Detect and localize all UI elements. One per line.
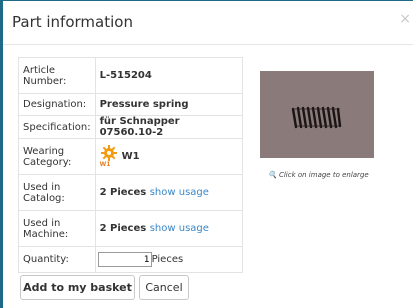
quantity-label: Quantity: xyxy=(18,246,96,273)
article-number-value: L-515204 xyxy=(94,57,243,94)
used-in-catalog-value: 2 Pieces show usage xyxy=(94,174,243,211)
quantity-value: Pieces xyxy=(94,246,243,273)
spring-image xyxy=(260,71,374,158)
used-in-machine-label: Used in Machine: xyxy=(18,210,96,247)
table-row: Quantity: Pieces xyxy=(18,246,243,273)
machine-show-usage-link[interactable]: show usage xyxy=(150,223,209,234)
table-row: Used in Machine: 2 Pieces show usage xyxy=(18,210,243,247)
wearing-category-label: Wearing Category: xyxy=(18,138,96,175)
cancel-button[interactable]: Cancel xyxy=(139,275,189,300)
gear-icon-caption: W1 xyxy=(99,160,111,168)
part-photo[interactable] xyxy=(260,71,374,158)
specification-label: Specification: xyxy=(18,115,96,139)
dialog-header: Part information × xyxy=(3,1,413,45)
used-in-catalog-label: Used in Catalog: xyxy=(18,174,96,211)
enlarge-hint: 🔍 Click on image to enlarge xyxy=(268,171,369,179)
table-row: Article Number: L-515204 xyxy=(18,57,243,94)
wearing-category-value: W1 W1 xyxy=(94,138,243,175)
used-in-machine-count: 2 Pieces xyxy=(99,223,147,234)
quantity-unit: Pieces xyxy=(151,254,184,265)
magnifier-icon: 🔍 xyxy=(268,171,277,179)
designation-label: Designation: xyxy=(18,93,96,116)
part-info-table: Article Number: L-515204 Designation: Pr… xyxy=(18,57,243,273)
dialog-title: Part information xyxy=(12,13,133,31)
used-in-machine-value: 2 Pieces show usage xyxy=(94,210,243,247)
table-row: Specification: für Schnapper 07560.10-2 xyxy=(18,115,243,139)
enlarge-caption: Click on image to enlarge xyxy=(278,171,369,179)
table-row: Wearing Category: W1 W1 xyxy=(18,138,243,175)
specification-value: für Schnapper 07560.10-2 xyxy=(94,115,243,139)
article-number-label: Article Number: xyxy=(18,57,96,94)
used-in-catalog-count: 2 Pieces xyxy=(99,187,147,198)
close-icon[interactable]: × xyxy=(399,12,411,26)
table-row: Used in Catalog: 2 Pieces show usage xyxy=(18,174,243,211)
catalog-show-usage-link[interactable]: show usage xyxy=(150,187,209,198)
wearing-category-text: W1 xyxy=(121,151,140,162)
part-information-dialog: Part information × Article Number: L-515… xyxy=(3,1,413,308)
gear-icon: W1 xyxy=(100,144,120,170)
add-to-basket-button[interactable]: Add to my basket xyxy=(20,275,135,300)
designation-value: Pressure spring xyxy=(94,93,243,116)
table-row: Designation: Pressure spring xyxy=(18,93,243,116)
quantity-input[interactable] xyxy=(97,252,152,267)
